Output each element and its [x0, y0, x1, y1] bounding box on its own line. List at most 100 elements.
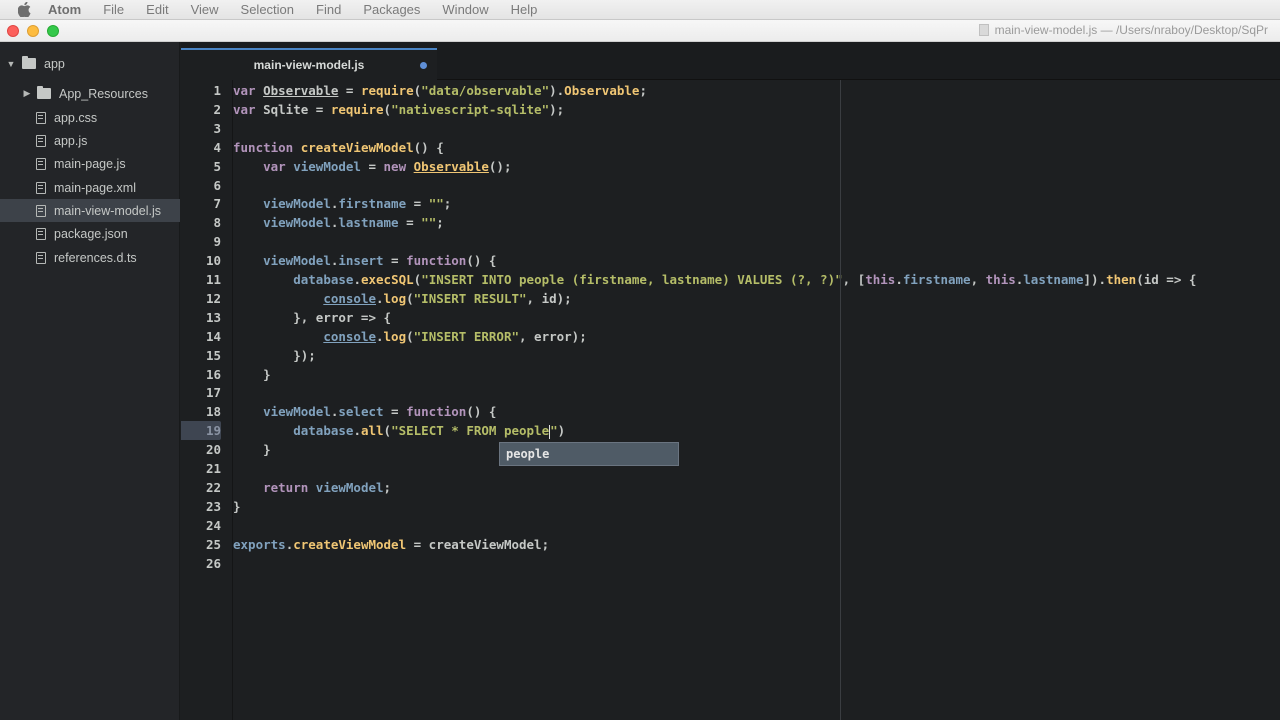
- line-number[interactable]: 7: [181, 194, 221, 213]
- window-title-bar[interactable]: main-view-model.js — /Users/nraboy/Deskt…: [0, 20, 1280, 42]
- line-number[interactable]: 8: [181, 213, 221, 232]
- modified-dot-icon[interactable]: [420, 62, 427, 69]
- code-editor[interactable]: var Observable = require("data/observabl…: [233, 80, 1280, 720]
- maximize-window-button[interactable]: [47, 25, 59, 37]
- tab-main-view-model-js[interactable]: main-view-model.js: [181, 48, 437, 80]
- line-number[interactable]: 17: [181, 383, 221, 402]
- menu-window[interactable]: Window: [442, 2, 488, 17]
- autocomplete-suggestion[interactable]: people: [499, 442, 679, 466]
- code-line[interactable]: }: [233, 440, 271, 459]
- code-line[interactable]: });: [233, 346, 316, 365]
- tree-item-label: main-page.xml: [54, 180, 136, 195]
- line-number[interactable]: 24: [181, 516, 221, 535]
- line-number[interactable]: 10: [181, 251, 221, 270]
- code-line[interactable]: viewModel.select = function() {: [233, 402, 496, 421]
- line-number[interactable]: 22: [181, 478, 221, 497]
- tree-item-main-page-xml[interactable]: main-page.xml: [0, 176, 180, 199]
- close-window-button[interactable]: [7, 25, 19, 37]
- tab-label: main-view-model.js: [253, 58, 365, 72]
- tree-item-app-css[interactable]: app.css: [0, 106, 180, 129]
- code-line[interactable]: var Observable = require("data/observabl…: [233, 81, 647, 100]
- line-number[interactable]: 19: [181, 421, 221, 441]
- code-line[interactable]: var Sqlite = require("nativescript-sqlit…: [233, 100, 564, 119]
- tree-root-label: app: [44, 56, 65, 71]
- tree-view: ▼ app ▶ App_Resources app.css app.js mai…: [0, 42, 180, 720]
- file-icon: [36, 157, 46, 170]
- code-line[interactable]: database.execSQL("INSERT INTO people (fi…: [233, 270, 1196, 289]
- code-line[interactable]: database.all("SELECT * FROM people"): [233, 421, 565, 440]
- code-line[interactable]: console.log("INSERT RESULT", id);: [233, 289, 571, 308]
- tree-item-label: app.js: [54, 133, 88, 148]
- line-number[interactable]: 25: [181, 535, 221, 554]
- line-number[interactable]: 13: [181, 308, 221, 327]
- code-line[interactable]: console.log("INSERT ERROR", error);: [233, 327, 586, 346]
- file-icon: [36, 181, 46, 194]
- line-number[interactable]: 21: [181, 459, 221, 478]
- tree-item-label: App_Resources: [59, 86, 148, 101]
- apple-icon[interactable]: [18, 2, 32, 17]
- code-line[interactable]: }: [233, 497, 241, 516]
- code-line[interactable]: var viewModel = new Observable();: [233, 157, 511, 176]
- line-number[interactable]: 2: [181, 100, 221, 119]
- line-number[interactable]: 20: [181, 440, 221, 459]
- menu-app-name[interactable]: Atom: [48, 2, 81, 17]
- tree-item-main-view-model-js[interactable]: main-view-model.js: [0, 199, 180, 222]
- document-icon: [978, 24, 989, 36]
- autocomplete-label: people: [506, 447, 550, 461]
- line-number[interactable]: 11: [181, 270, 221, 289]
- line-number[interactable]: 18: [181, 402, 221, 421]
- wrap-guide: [840, 80, 841, 720]
- line-number[interactable]: 23: [181, 497, 221, 516]
- line-number[interactable]: 12: [181, 289, 221, 308]
- code-line[interactable]: }, error => {: [233, 308, 391, 327]
- tree-item-app-resources[interactable]: ▶ App_Resources: [0, 82, 180, 105]
- tree-item-package-json[interactable]: package.json: [0, 222, 180, 245]
- menu-help[interactable]: Help: [511, 2, 538, 17]
- code-line[interactable]: viewModel.firstname = "";: [233, 194, 451, 213]
- line-number[interactable]: 1: [181, 81, 221, 100]
- tree-item-label: package.json: [54, 226, 128, 241]
- line-number[interactable]: 4: [181, 138, 221, 157]
- window-title: main-view-model.js — /Users/nraboy/Deskt…: [978, 23, 1268, 37]
- code-line[interactable]: }: [233, 365, 271, 384]
- tree-item-label: references.d.ts: [54, 250, 137, 265]
- line-number[interactable]: 9: [181, 232, 221, 251]
- chevron-down-icon[interactable]: ▼: [6, 59, 16, 69]
- line-number[interactable]: 15: [181, 346, 221, 365]
- tree-root-app[interactable]: ▼ app: [0, 52, 180, 75]
- tab-bar: main-view-model.js: [181, 42, 1280, 80]
- line-number[interactable]: 26: [181, 554, 221, 573]
- menu-packages[interactable]: Packages: [363, 2, 420, 17]
- code-line[interactable]: function createViewModel() {: [233, 138, 444, 157]
- menu-view[interactable]: View: [191, 2, 219, 17]
- tree-item-references-d-ts[interactable]: references.d.ts: [0, 246, 180, 269]
- menu-selection[interactable]: Selection: [241, 2, 294, 17]
- file-icon: [36, 134, 46, 147]
- file-icon: [36, 227, 46, 240]
- code-line[interactable]: return viewModel;: [233, 478, 391, 497]
- line-number[interactable]: 6: [181, 176, 221, 195]
- window-title-text: main-view-model.js — /Users/nraboy/Deskt…: [994, 23, 1268, 37]
- tree-item-main-page-js[interactable]: main-page.js: [0, 152, 180, 175]
- chevron-right-icon[interactable]: ▶: [22, 88, 32, 99]
- folder-icon: [37, 86, 51, 99]
- line-number[interactable]: 14: [181, 327, 221, 346]
- folder-icon: [22, 56, 36, 69]
- tree-item-label: main-page.js: [54, 156, 126, 171]
- minimize-window-button[interactable]: [27, 25, 39, 37]
- code-line[interactable]: viewModel.insert = function() {: [233, 251, 496, 270]
- menu-edit[interactable]: Edit: [146, 2, 168, 17]
- line-number-gutter: 1 2 3 4 5 6 7 8 9 10 11 12 13 14 15 16 17 18 19 20 21 22 23 24 2…: [181, 80, 233, 720]
- file-icon: [36, 251, 46, 264]
- line-number[interactable]: 3: [181, 119, 221, 138]
- tree-item-app-js[interactable]: app.js: [0, 129, 180, 152]
- menu-find[interactable]: Find: [316, 2, 341, 17]
- code-line[interactable]: viewModel.lastname = "";: [233, 213, 444, 232]
- tree-item-label: app.css: [54, 110, 98, 125]
- file-icon: [36, 111, 46, 124]
- menu-bar: Atom File Edit View Selection Find Packa…: [0, 0, 1280, 20]
- code-line[interactable]: exports.createViewModel = createViewMode…: [233, 535, 549, 554]
- menu-file[interactable]: File: [103, 2, 124, 17]
- line-number[interactable]: 5: [181, 157, 221, 176]
- line-number[interactable]: 16: [181, 365, 221, 384]
